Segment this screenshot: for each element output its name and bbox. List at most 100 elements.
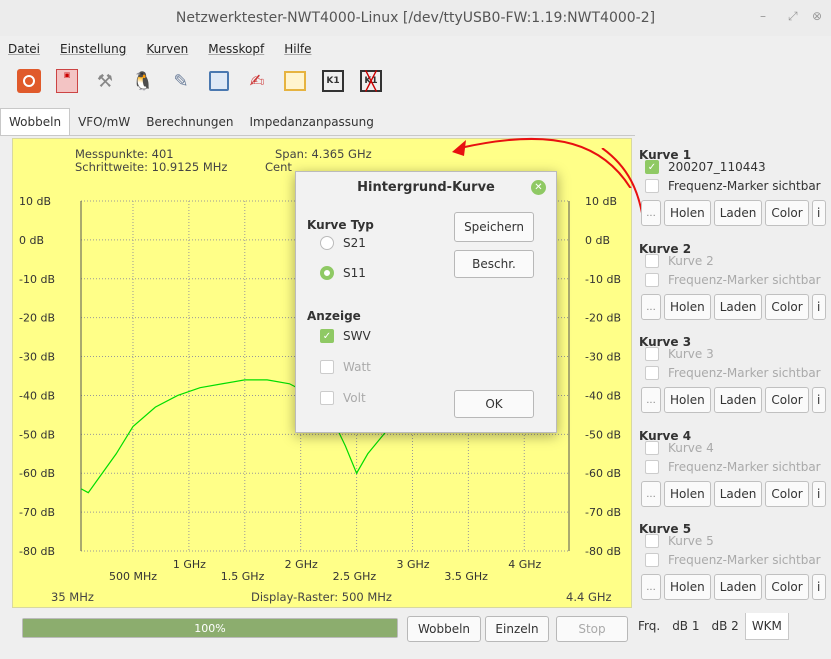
- dots-button[interactable]: ...: [641, 200, 661, 226]
- menu-bar: Datei Einstellung Kurven Messkopf Hilfe: [0, 36, 831, 62]
- menu-datei[interactable]: Datei: [8, 42, 40, 56]
- curve-name-checkbox[interactable]: Kurve 5: [645, 534, 714, 548]
- checkbox-swv[interactable]: ✓ SWV: [320, 329, 371, 343]
- stop-button[interactable]: Stop: [556, 616, 628, 642]
- color-button[interactable]: Color: [765, 294, 809, 320]
- speichern-button[interactable]: Speichern: [454, 212, 534, 242]
- checkbox-watt[interactable]: Watt: [320, 360, 371, 374]
- dots-button[interactable]: ...: [641, 574, 661, 600]
- radio-s11-indicator: [320, 266, 334, 280]
- frequenz-marker-checkbox[interactable]: Frequenz-Marker sichtbar: [645, 366, 821, 380]
- holen-button[interactable]: Holen: [664, 200, 711, 226]
- dialog-close-icon[interactable]: ✕: [531, 180, 546, 195]
- laden-button[interactable]: Laden: [713, 574, 763, 600]
- curve-name-checkbox[interactable]: Kurve 3: [645, 347, 714, 361]
- power-icon[interactable]: [14, 66, 44, 96]
- x-end-label: 4.4 GHz: [566, 590, 612, 604]
- minimize-icon[interactable]: –: [760, 9, 766, 23]
- holen-button[interactable]: Holen: [664, 294, 711, 320]
- beschr-button[interactable]: Beschr.: [454, 250, 534, 278]
- x-tick-label-upper: 3 GHz: [396, 558, 429, 571]
- color-button[interactable]: Color: [765, 574, 809, 600]
- dots-button[interactable]: ...: [641, 481, 661, 507]
- curve-name-label: Kurve 4: [668, 441, 714, 455]
- holen-button[interactable]: Holen: [664, 574, 711, 600]
- ok-button[interactable]: OK: [454, 390, 534, 418]
- checkbox-box: [645, 441, 659, 455]
- png-bmp-icon[interactable]: ▣: [52, 66, 82, 96]
- calendar-icon[interactable]: [280, 66, 310, 96]
- curve-buttons: ... Holen Laden Color i: [641, 294, 829, 320]
- check-icon: ✓: [320, 329, 334, 343]
- holen-button[interactable]: Holen: [664, 481, 711, 507]
- tab-vfo[interactable]: VFO/mW: [70, 109, 138, 135]
- linux-penguin-icon[interactable]: 🐧: [128, 66, 158, 96]
- progress-fill: 100%: [23, 619, 397, 637]
- y-tick-label-right: -10 dB: [585, 273, 621, 286]
- k1-icon[interactable]: K1: [318, 66, 348, 96]
- curve-panel: Kurve 1 ✓ 200207_110443 Frequenz-Marker sic…: [637, 138, 831, 608]
- radio-s21[interactable]: S21: [320, 236, 366, 250]
- menu-hilfe[interactable]: Hilfe: [284, 42, 311, 56]
- maximize-icon[interactable]: ⤢: [788, 9, 798, 24]
- dots-button[interactable]: ...: [641, 387, 661, 413]
- info-button[interactable]: i: [811, 481, 826, 507]
- checkbox-volt[interactable]: Volt: [320, 391, 366, 405]
- x-tick-label-upper: 2 GHz: [285, 558, 318, 571]
- k1-crossed-icon[interactable]: K1 ╳: [356, 66, 386, 96]
- curve-buttons: ... Holen Laden Color i: [641, 574, 829, 600]
- tab-wkm[interactable]: WKM: [744, 612, 789, 640]
- pencil-icon[interactable]: ✎: [166, 66, 196, 96]
- tab-db1[interactable]: dB 1: [666, 613, 705, 639]
- einzeln-button[interactable]: Einzeln: [485, 616, 549, 642]
- y-tick-label-right: -80 dB: [585, 545, 621, 558]
- y-tick-label-left: -50 dB: [19, 428, 55, 441]
- tab-impedanzanpassung[interactable]: Impedanzanpassung: [242, 109, 382, 135]
- menu-messkopf[interactable]: Messkopf: [208, 42, 264, 56]
- checkbox-box: [645, 273, 659, 287]
- frequenz-marker-checkbox[interactable]: Frequenz-Marker sichtbar: [645, 273, 821, 287]
- tab-frq[interactable]: Frq.: [632, 613, 666, 639]
- x-tick-label-lower: 500 MHz: [109, 570, 157, 583]
- tab-db2[interactable]: dB 2: [706, 613, 745, 639]
- dots-button[interactable]: ...: [641, 294, 661, 320]
- color-button[interactable]: Color: [765, 481, 809, 507]
- tools-icon[interactable]: ⚒: [90, 66, 120, 96]
- curve-name-checkbox[interactable]: ✓ 200207_110443: [645, 160, 766, 174]
- y-tick-label-right: -70 dB: [585, 506, 621, 519]
- frequenz-marker-checkbox[interactable]: Frequenz-Marker sichtbar: [645, 553, 821, 567]
- checkbox-watt-label: Watt: [343, 360, 371, 374]
- holen-button[interactable]: Holen: [664, 387, 711, 413]
- curve-name-label: Kurve 2: [668, 254, 714, 268]
- laden-button[interactable]: Laden: [713, 294, 763, 320]
- dialog-title: Hintergrund-Kurve: [357, 179, 495, 195]
- info-button[interactable]: i: [811, 387, 826, 413]
- x-start-label: 35 MHz: [51, 590, 94, 604]
- y-tick-label-left: -20 dB: [19, 312, 55, 325]
- curve-name-checkbox[interactable]: Kurve 2: [645, 254, 714, 268]
- laden-button[interactable]: Laden: [713, 200, 763, 226]
- edit-doc-icon[interactable]: ✍: [242, 66, 272, 96]
- close-icon[interactable]: ⊗: [812, 9, 822, 23]
- color-button[interactable]: Color: [765, 200, 809, 226]
- frequenz-marker-checkbox[interactable]: Frequenz-Marker sichtbar: [645, 179, 821, 193]
- tab-berechnungen[interactable]: Berechnungen: [138, 109, 241, 135]
- info-button[interactable]: i: [811, 294, 826, 320]
- laden-button[interactable]: Laden: [713, 481, 763, 507]
- color-button[interactable]: Color: [765, 387, 809, 413]
- wobbeln-button[interactable]: Wobbeln: [407, 616, 481, 642]
- info-button[interactable]: i: [811, 574, 826, 600]
- laden-button[interactable]: Laden: [713, 387, 763, 413]
- checkbox-box: [645, 553, 659, 567]
- frequenz-marker-checkbox[interactable]: Frequenz-Marker sichtbar: [645, 460, 821, 474]
- radio-s11[interactable]: S11: [320, 266, 366, 280]
- curve-name-checkbox[interactable]: Kurve 4: [645, 441, 714, 455]
- menu-kurven[interactable]: Kurven: [146, 42, 188, 56]
- menu-einstellung[interactable]: Einstellung: [60, 42, 126, 56]
- info-button[interactable]: i: [811, 200, 826, 226]
- tab-wobbeln[interactable]: Wobbeln: [0, 108, 71, 135]
- frequenz-marker-label: Frequenz-Marker sichtbar: [668, 179, 821, 193]
- y-tick-label-right: -40 dB: [585, 389, 621, 402]
- checkbox-volt-label: Volt: [343, 391, 366, 405]
- save-icon[interactable]: [204, 66, 234, 96]
